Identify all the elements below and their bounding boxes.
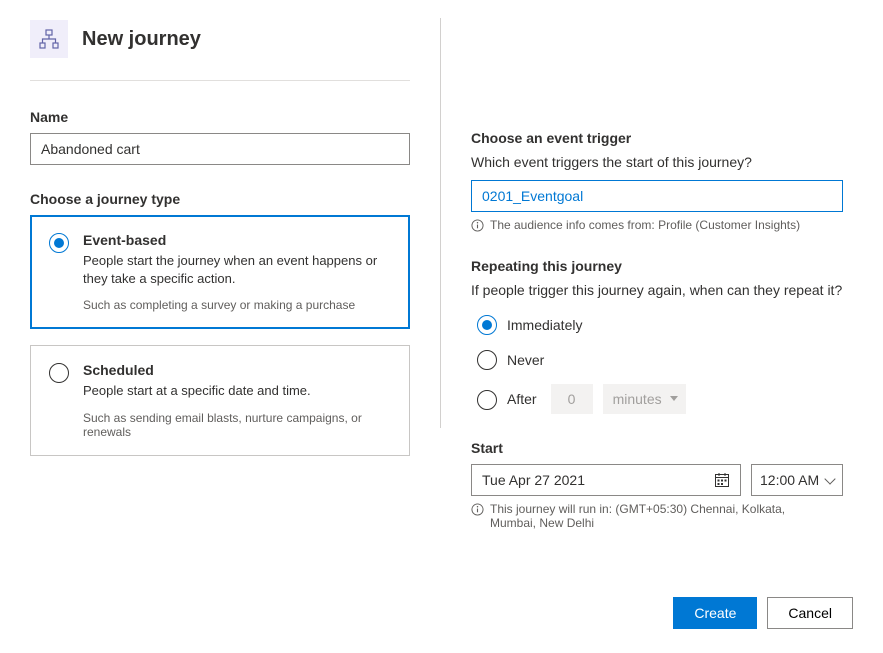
repeat-immediately-row[interactable]: Immediately xyxy=(477,314,853,335)
trigger-sublabel: Which event triggers the start of this j… xyxy=(471,154,853,170)
radio-never[interactable] xyxy=(477,350,497,370)
info-icon xyxy=(471,219,484,232)
repeat-sublabel: If people trigger this journey again, wh… xyxy=(471,282,853,298)
cancel-button[interactable]: Cancel xyxy=(767,597,853,629)
start-time-value: 12:00 AM xyxy=(760,472,819,488)
trigger-info: The audience info comes from: Profile (C… xyxy=(490,218,800,232)
card-hint: Such as sending email blasts, nurture ca… xyxy=(83,411,391,439)
journey-icon-box xyxy=(30,20,68,58)
start-label: Start xyxy=(471,440,853,456)
card-desc: People start the journey when an event h… xyxy=(83,252,391,288)
start-date-input[interactable]: Tue Apr 27 2021 xyxy=(471,464,741,496)
card-desc: People start at a specific date and time… xyxy=(83,382,391,400)
trigger-input[interactable]: 0201_Eventgoal xyxy=(471,180,843,212)
name-label: Name xyxy=(30,109,410,125)
radio-label: Never xyxy=(507,352,544,368)
after-unit-select[interactable]: minutes xyxy=(603,384,686,414)
repeat-label: Repeating this journey xyxy=(471,258,853,274)
start-date-value: Tue Apr 27 2021 xyxy=(482,472,585,488)
trigger-label: Choose an event trigger xyxy=(471,130,853,146)
journey-type-event-based[interactable]: Event-based People start the journey whe… xyxy=(30,215,410,329)
create-button[interactable]: Create xyxy=(673,597,757,629)
repeat-after-row[interactable]: After minutes xyxy=(477,384,853,414)
radio-immediately[interactable] xyxy=(477,315,497,335)
card-title: Event-based xyxy=(83,232,391,248)
after-value-input[interactable] xyxy=(551,384,593,414)
sitemap-icon xyxy=(39,29,59,49)
name-input[interactable] xyxy=(30,133,410,165)
radio-event-based[interactable] xyxy=(49,233,69,253)
page-title: New journey xyxy=(82,28,201,51)
repeat-never-row[interactable]: Never xyxy=(477,349,853,370)
start-time-input[interactable]: 12:00 AM xyxy=(751,464,843,496)
radio-label: Immediately xyxy=(507,317,582,333)
radio-label: After xyxy=(507,391,537,407)
start-info: This journey will run in: (GMT+05:30) Ch… xyxy=(490,502,830,530)
chevron-down-icon xyxy=(824,473,835,484)
info-icon xyxy=(471,503,484,516)
journey-type-label: Choose a journey type xyxy=(30,191,410,207)
radio-scheduled[interactable] xyxy=(49,363,69,383)
trigger-value: 0201_Eventgoal xyxy=(482,188,583,204)
card-title: Scheduled xyxy=(83,362,391,378)
after-unit-label: minutes xyxy=(613,391,662,407)
calendar-icon xyxy=(714,472,730,488)
radio-after[interactable] xyxy=(477,390,497,410)
journey-type-scheduled[interactable]: Scheduled People start at a specific dat… xyxy=(30,345,410,455)
card-hint: Such as completing a survey or making a … xyxy=(83,298,391,312)
header-divider xyxy=(30,80,410,81)
